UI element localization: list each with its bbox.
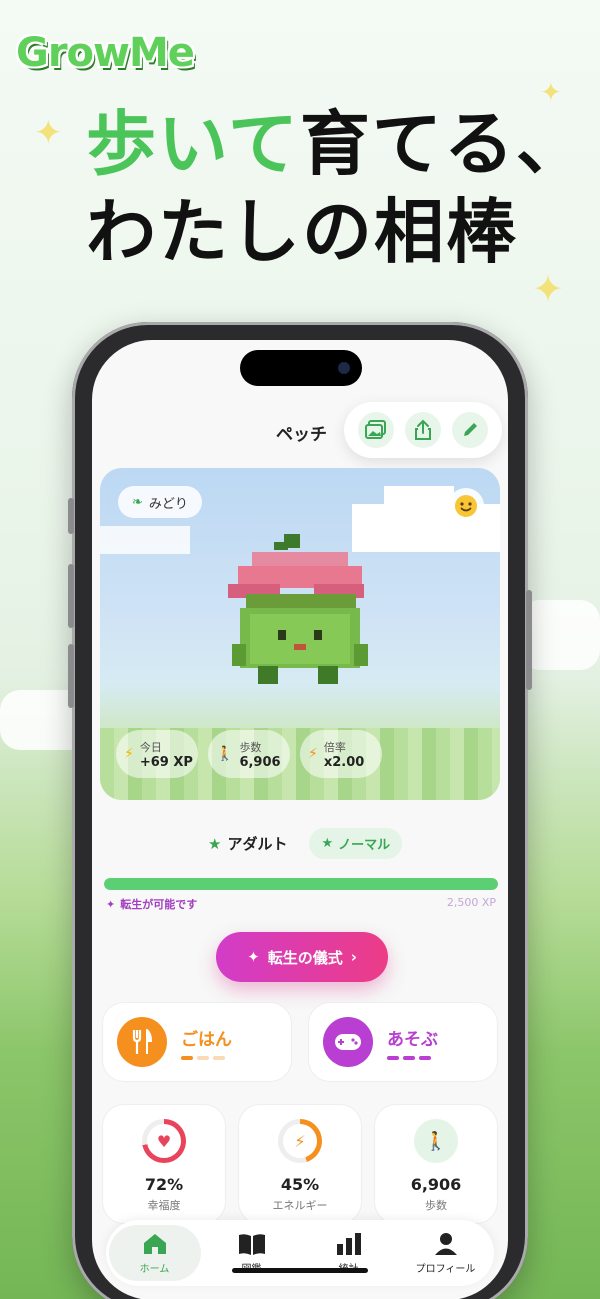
pet-name: ペッチ bbox=[276, 425, 327, 445]
card-label: 歩数 bbox=[425, 1199, 447, 1212]
stat-multiplier: ⚡ 倍率 x2.00 bbox=[300, 730, 382, 778]
headline-text: 育てる、 bbox=[299, 103, 588, 185]
stat-value: 6,906 bbox=[239, 754, 281, 770]
type-tag: ❧ みどり bbox=[118, 486, 202, 518]
rebirth-ritual-button[interactable]: ✦ 転生の儀式 › bbox=[216, 932, 388, 982]
rebirth-note: ✦ 転生が可能です bbox=[106, 896, 197, 912]
sparkle-icon: ✦ bbox=[247, 948, 260, 966]
headline-highlight: 歩いて bbox=[86, 103, 300, 185]
happiness-ring: ♥ bbox=[142, 1119, 186, 1163]
card-label: 幸福度 bbox=[147, 1199, 181, 1212]
growth-stage-label: アダルト bbox=[227, 835, 288, 853]
home-icon bbox=[143, 1233, 166, 1254]
tab-home[interactable]: ホーム bbox=[108, 1225, 201, 1281]
walk-icon: 🚶 bbox=[424, 1130, 448, 1152]
share-icon[interactable] bbox=[404, 412, 441, 448]
ritual-button-label: 転生の儀式 bbox=[267, 948, 343, 967]
person-icon bbox=[434, 1232, 457, 1255]
star-icon: ★ bbox=[321, 836, 334, 851]
tab-bar: ホーム 図鑑 統計 プロフィール bbox=[106, 1220, 494, 1286]
bar-chart-icon bbox=[336, 1232, 361, 1255]
feed-meter bbox=[181, 1055, 232, 1060]
rank-label: ノーマル bbox=[338, 838, 391, 853]
pet-hero-card[interactable]: ❧ みどり ⚡ 今日 +69 XP 🚶 歩数 6,906 ⚡ 倍率 x2.00 bbox=[100, 468, 500, 800]
camera-icon bbox=[338, 362, 350, 374]
app-screen: ペッチ ❧ みどり ⚡ 今日 +69 XP 🚶 歩数 6,906 ⚡ 倍率 x2… bbox=[92, 340, 508, 1299]
smile-emoji[interactable] bbox=[448, 488, 484, 524]
stat-label: 歩数 bbox=[239, 740, 262, 754]
tab-profile[interactable]: プロフィール bbox=[400, 1225, 492, 1281]
image-icon[interactable] bbox=[357, 412, 394, 448]
xp-progress-bar bbox=[104, 878, 498, 890]
phone-side-button bbox=[526, 590, 532, 690]
tab-label: プロフィール bbox=[415, 1263, 476, 1275]
headline-line2: わたしの相棒 bbox=[86, 191, 518, 273]
star-icon: ★ bbox=[208, 834, 222, 853]
phone-side-button bbox=[68, 564, 74, 628]
xp-max-label: 2,500 XP bbox=[446, 896, 496, 909]
rebirth-note-text: 転生が可能です bbox=[120, 898, 198, 911]
home-indicator bbox=[232, 1268, 368, 1273]
steps-ring: 🚶 bbox=[414, 1119, 458, 1163]
hero-stats: ⚡ 今日 +69 XP 🚶 歩数 6,906 ⚡ 倍率 x2.00 bbox=[116, 730, 382, 778]
stat-value: x2.00 bbox=[323, 754, 365, 770]
book-icon bbox=[238, 1233, 265, 1255]
app-logo: GrowMe bbox=[16, 30, 195, 76]
bolt-icon: ⚡ bbox=[294, 1131, 306, 1151]
lightning-icon: ⚡ bbox=[124, 746, 134, 762]
rank-pill: ★ ノーマル bbox=[309, 828, 403, 859]
stat-steps: 🚶 歩数 6,906 bbox=[208, 730, 290, 778]
gamepad-icon bbox=[323, 1017, 373, 1067]
phone-side-button bbox=[68, 644, 74, 708]
dynamic-island bbox=[240, 350, 362, 386]
stat-label: 倍率 bbox=[323, 740, 346, 754]
stat-value: +69 XP bbox=[139, 754, 193, 770]
type-tag-label: みどり bbox=[148, 496, 188, 512]
pencil-icon[interactable] bbox=[452, 412, 489, 448]
card-value: 6,906 bbox=[410, 1175, 462, 1194]
walk-icon: 🚶 bbox=[216, 746, 234, 762]
bolt-icon: ⚡ bbox=[308, 746, 318, 762]
cloud-decoration bbox=[384, 486, 454, 510]
xp-progress-fill bbox=[104, 878, 498, 890]
happiness-card[interactable]: ♥ 72% 幸福度 bbox=[102, 1104, 226, 1224]
tab-label: ホーム bbox=[139, 1263, 170, 1275]
phone-side-button bbox=[68, 498, 74, 534]
promo-headline: 歩いて育てる、 わたしの相棒 bbox=[86, 100, 588, 276]
growth-stage: ★ アダルト bbox=[208, 833, 287, 854]
stat-label: 今日 bbox=[139, 740, 162, 754]
feed-label: ごはん bbox=[181, 1029, 232, 1050]
cloud-decoration bbox=[520, 600, 600, 670]
play-button[interactable]: あそぶ bbox=[308, 1002, 498, 1082]
card-value: 72% bbox=[144, 1175, 184, 1194]
chevron-right-icon: › bbox=[350, 948, 357, 966]
feed-button[interactable]: ごはん bbox=[102, 1002, 292, 1082]
fork-knife-icon bbox=[117, 1017, 167, 1067]
play-meter bbox=[387, 1055, 438, 1060]
card-value: 45% bbox=[280, 1175, 320, 1194]
card-label: エネルギー bbox=[272, 1199, 328, 1212]
pet-sprite[interactable] bbox=[218, 534, 378, 724]
energy-ring: ⚡ bbox=[278, 1119, 322, 1163]
sparkle-icon: ✦ bbox=[34, 113, 63, 153]
stat-today-xp: ⚡ 今日 +69 XP bbox=[116, 730, 198, 778]
heart-icon: ♥ bbox=[156, 1131, 172, 1151]
cloud-decoration bbox=[100, 526, 190, 554]
stage-row: ★ アダルト ★ ノーマル bbox=[208, 828, 403, 859]
play-label: あそぶ bbox=[387, 1029, 438, 1050]
sparkle-icon: ✦ bbox=[106, 897, 116, 911]
steps-card[interactable]: 🚶 6,906 歩数 bbox=[374, 1104, 498, 1224]
leaf-icon: ❧ bbox=[132, 494, 143, 510]
top-toolbar bbox=[344, 402, 502, 458]
energy-card[interactable]: ⚡ 45% エネルギー bbox=[238, 1104, 362, 1224]
